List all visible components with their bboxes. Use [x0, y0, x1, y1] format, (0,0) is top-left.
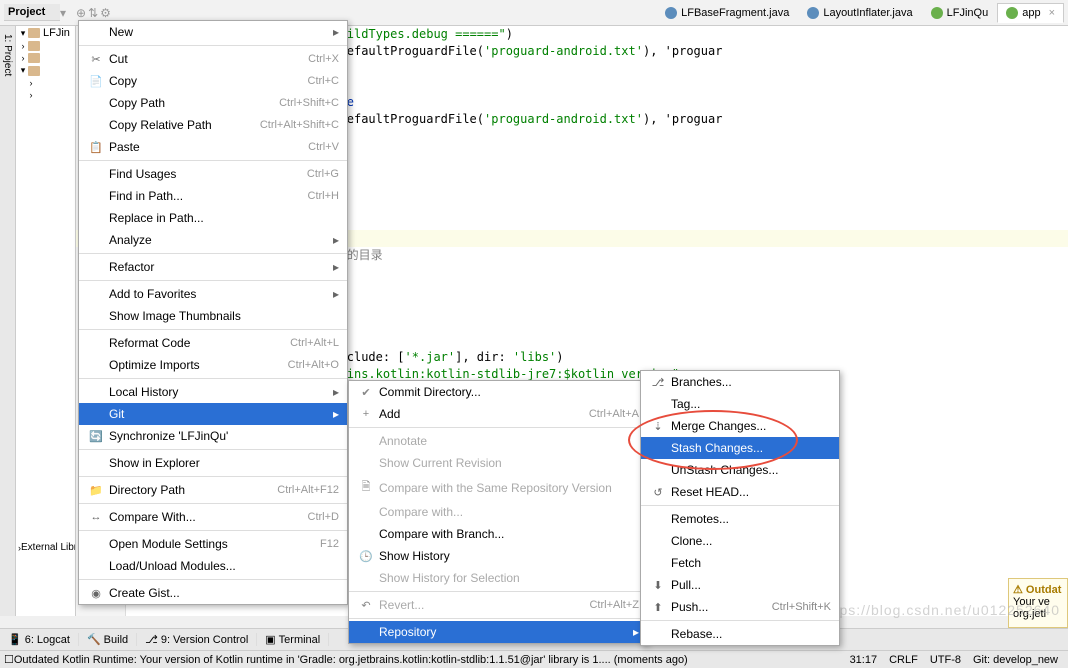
project-tree: ▾LFJin › › ▾ › › ›External Libraries	[16, 26, 76, 616]
tool-logcat[interactable]: 📱6: Logcat	[0, 633, 79, 646]
git-submenu: ✔Commit Directory...+AddCtrl+Alt+A Annota…	[348, 380, 648, 644]
menu-item-add[interactable]: +AddCtrl+Alt+A	[349, 403, 647, 425]
menu-item-directory-path[interactable]: 📁Directory PathCtrl+Alt+F12	[79, 479, 347, 501]
menu-item-refactor[interactable]: Refactor▸	[79, 256, 347, 278]
class-icon	[807, 7, 819, 19]
menu-item-analyze[interactable]: Analyze▸	[79, 229, 347, 251]
tool-version-control[interactable]: ⎇9: Version Control	[137, 633, 257, 646]
menu-item-compare-with: Compare with...	[349, 501, 647, 523]
menu-item-pull[interactable]: ⬇Pull...	[641, 574, 839, 596]
folder-icon	[28, 66, 40, 76]
menu-item-show-in-explorer[interactable]: Show in Explorer	[79, 452, 347, 474]
menu-item-synchronize-lfjinqu[interactable]: 🔄Synchronize 'LFJinQu'	[79, 425, 347, 447]
menu-item-clone[interactable]: Clone...	[641, 530, 839, 552]
menu-item-copy[interactable]: 📄CopyCtrl+C	[79, 70, 347, 92]
status-position[interactable]: 31:17	[844, 654, 884, 666]
menu-item-annotate: Annotate	[349, 430, 647, 452]
menu-item-revert: ↶Revert...Ctrl+Alt+Z	[349, 594, 647, 616]
close-icon[interactable]: ×	[1049, 7, 1055, 19]
menu-item-compare-with-branch[interactable]: Compare with Branch...	[349, 523, 647, 545]
tab-lfjinqu[interactable]: LFJinQu	[922, 3, 998, 23]
watermark: https://blog.csdn.net/u012252640	[821, 602, 1060, 618]
tree-root[interactable]: ▾LFJin	[16, 26, 75, 40]
menu-item-copy-relative-path[interactable]: Copy Relative PathCtrl+Alt+Shift+C	[79, 114, 347, 136]
menu-item-add-to-favorites[interactable]: Add to Favorites▸	[79, 283, 347, 305]
menu-item-show-history-for-selection: Show History for Selection	[349, 567, 647, 589]
status-encoding[interactable]: UTF-8	[924, 654, 967, 666]
editor-tabs: LFBaseFragment.java LayoutInflater.java …	[656, 3, 1064, 23]
menu-item-remotes[interactable]: Remotes...	[641, 508, 839, 530]
menu-item-reformat-code[interactable]: Reformat CodeCtrl+Alt+L	[79, 332, 347, 354]
leftbar-project[interactable]: 1: Project	[0, 30, 15, 616]
context-menu: New▸ ✂CutCtrl+X📄CopyCtrl+CCopy PathCtrl+S…	[78, 20, 348, 605]
menu-item-compare-with[interactable]: ↔Compare With...Ctrl+D	[79, 506, 347, 528]
folder-icon	[28, 41, 40, 51]
menu-item-commit-directory[interactable]: ✔Commit Directory...	[349, 381, 647, 403]
folder-icon	[28, 28, 40, 38]
left-toolwindow-bar: 1: Project 7: Structure	[0, 26, 16, 616]
status-message: Outdated Kotlin Runtime: Your version of…	[14, 654, 844, 666]
menu-item-load-unload-modules[interactable]: Load/Unload Modules...	[79, 555, 347, 577]
menu-item-open-module-settings[interactable]: Open Module SettingsF12	[79, 533, 347, 555]
tab-app[interactable]: app×	[997, 3, 1064, 23]
gradle-icon	[931, 7, 943, 19]
menu-item-show-history[interactable]: 🕒Show History	[349, 545, 647, 567]
menu-item-replace-in-path[interactable]: Replace in Path...	[79, 207, 347, 229]
menu-item-optimize-imports[interactable]: Optimize ImportsCtrl+Alt+O	[79, 354, 347, 376]
menu-item-copy-path[interactable]: Copy PathCtrl+Shift+C	[79, 92, 347, 114]
project-toolwindow-label[interactable]: Project	[4, 4, 60, 21]
menu-item-fetch[interactable]: Fetch	[641, 552, 839, 574]
menu-item-find-usages[interactable]: Find UsagesCtrl+G	[79, 163, 347, 185]
menu-item-compare-with-the-same-repository-version: 🗎Compare with the Same Repository Versio…	[349, 474, 647, 501]
menu-item-new[interactable]: New▸	[79, 21, 347, 43]
folder-icon	[28, 53, 40, 63]
menu-item-rebase[interactable]: Rebase...	[641, 623, 839, 645]
status-bar: ☐ Outdated Kotlin Runtime: Your version …	[0, 650, 1068, 668]
gradle-icon	[1006, 7, 1018, 19]
menu-item-branches[interactable]: ⎇Branches...	[641, 371, 839, 393]
menu-item-show-image-thumbnails[interactable]: Show Image Thumbnails	[79, 305, 347, 327]
menu-item-git[interactable]: Git▸	[79, 403, 347, 425]
menu-item-reset-head[interactable]: ↺Reset HEAD...	[641, 481, 839, 503]
menu-item-find-in-path[interactable]: Find in Path...Ctrl+H	[79, 185, 347, 207]
status-line-sep[interactable]: CRLF	[883, 654, 924, 666]
status-git-branch[interactable]: Git: develop_new	[967, 654, 1064, 666]
menu-item-local-history[interactable]: Local History▸	[79, 381, 347, 403]
menu-item-paste[interactable]: 📋PasteCtrl+V	[79, 136, 347, 158]
menu-item-show-current-revision: Show Current Revision	[349, 452, 647, 474]
menu-item-merge-changes[interactable]: ⇣Merge Changes...	[641, 415, 839, 437]
menu-item-repository[interactable]: Repository▸	[349, 621, 647, 643]
tab-layoutinflater[interactable]: LayoutInflater.java	[798, 3, 921, 23]
external-libraries[interactable]: ›External Libraries	[16, 541, 75, 554]
menu-item-unstash-changes[interactable]: UnStash Changes...	[641, 459, 839, 481]
tool-terminal[interactable]: ▣Terminal	[257, 633, 329, 646]
menu-item-cut[interactable]: ✂CutCtrl+X	[79, 48, 347, 70]
menu-item-stash-changes[interactable]: Stash Changes...	[641, 437, 839, 459]
menu-item-push[interactable]: ⬆Push...Ctrl+Shift+K	[641, 596, 839, 618]
tool-build[interactable]: 🔨Build	[79, 633, 137, 646]
tab-lfbasefragment[interactable]: LFBaseFragment.java	[656, 3, 798, 23]
menu-item-tag[interactable]: Tag...	[641, 393, 839, 415]
class-icon	[665, 7, 677, 19]
menu-item-create-gist[interactable]: ◉Create Gist...	[79, 582, 347, 604]
repository-submenu: ⎇Branches...Tag...⇣Merge Changes...Stash…	[640, 370, 840, 646]
